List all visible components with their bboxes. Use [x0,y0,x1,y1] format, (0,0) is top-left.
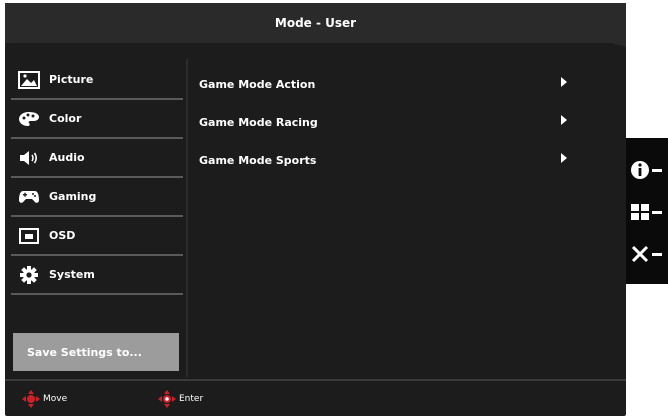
info-icon [631,161,649,179]
sidebar-item-osd[interactable]: OSD [11,217,183,256]
menu-key[interactable] [630,200,666,224]
arrow-right-icon [561,153,567,163]
osd-window-icon [17,226,41,246]
enter-hint: Enter [157,389,203,409]
close-key[interactable] [630,242,666,266]
sidebar-item-audio[interactable]: Audio [11,139,183,178]
dpad-move-icon [22,390,40,408]
sidebar-item-label: Audio [49,151,85,164]
footer-bar: Move Enter [5,379,626,418]
sidebar-item-label: Color [49,112,82,125]
option-label: Game Mode Action [199,77,316,91]
save-settings-button[interactable]: Save Settings to... [13,333,179,371]
sidebar-item-gaming[interactable]: Gaming [11,178,183,217]
option-label: Game Mode Racing [199,115,318,129]
sidebar-item-label: System [49,268,95,281]
option-game-mode-sports[interactable]: Game Mode Sports [199,141,579,179]
gear-icon [17,265,41,285]
picture-icon [17,70,41,90]
dpad-enter-icon [158,390,176,408]
speaker-icon [17,148,41,168]
menu-grid-icon [631,204,649,220]
close-icon [631,245,649,263]
title-bar: Mode - User [5,3,626,47]
hotkey-panel [626,138,668,284]
gamepad-icon [17,187,41,207]
move-hint: Move [21,389,67,409]
osd-menu: Mode - User Picture Color Audio Gaming O… [5,3,626,416]
sidebar-item-system[interactable]: System [11,256,183,295]
option-game-mode-action[interactable]: Game Mode Action [199,65,579,103]
sidebar-item-picture[interactable]: Picture [11,61,183,100]
move-label: Move [43,394,68,404]
key-dash [652,168,662,172]
enter-label: Enter [179,394,204,404]
sidebar: Picture Color Audio Gaming OSD System [11,61,183,295]
mode-options-list: Game Mode Action Game Mode Racing Game M… [199,65,579,179]
divider [186,59,188,377]
page-title: Mode - User [274,16,357,30]
sidebar-item-label: Picture [49,73,94,86]
option-label: Game Mode Sports [199,153,317,167]
arrow-right-icon [561,77,567,87]
key-dash [652,210,662,214]
sidebar-item-color[interactable]: Color [11,100,183,139]
arrow-right-icon [561,115,567,125]
option-game-mode-racing[interactable]: Game Mode Racing [199,103,579,141]
sidebar-item-label: Gaming [49,190,97,203]
palette-icon [17,109,41,129]
sidebar-item-label: OSD [49,229,76,242]
info-key[interactable] [630,158,666,182]
key-dash [652,252,662,256]
